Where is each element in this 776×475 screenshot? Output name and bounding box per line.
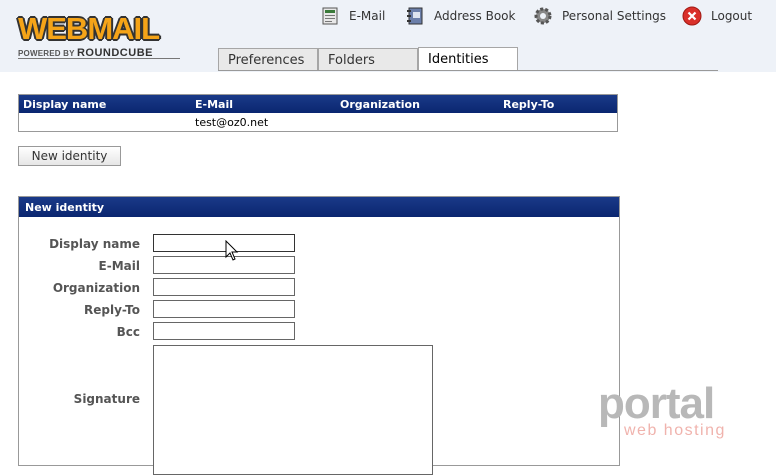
reply-to-label: Reply-To [84, 303, 140, 317]
tab-identities[interactable]: Identities [418, 47, 518, 71]
nav-address-book-label: Address Book [434, 9, 516, 23]
logout-icon [682, 6, 702, 26]
nav-personal-settings-label: Personal Settings [562, 9, 667, 23]
tab-folders[interactable]: Folders [318, 48, 418, 70]
column-header-reply-to[interactable]: Reply-To [503, 98, 554, 111]
mail-icon [320, 6, 340, 26]
display-name-field[interactable] [153, 234, 295, 252]
new-identity-form: New identity Display name E-Mail Organiz… [18, 196, 620, 475]
email-label: E-Mail [98, 259, 140, 273]
webmail-logo: WEBMAIL POWERED BY ROUNDCUBE [18, 11, 183, 62]
tab-preferences[interactable]: Preferences [218, 48, 318, 70]
table-row[interactable]: test@oz0.net [19, 113, 617, 131]
nav-email[interactable]: E-Mail [320, 5, 385, 27]
column-header-email[interactable]: E-Mail [195, 98, 233, 111]
logo-text: WEBMAIL [18, 11, 160, 46]
nav-logout[interactable]: Logout [682, 5, 752, 27]
reply-to-field[interactable] [153, 300, 295, 318]
column-header-organization[interactable]: Organization [340, 98, 420, 111]
display-name-label: Display name [49, 237, 140, 251]
bcc-field[interactable] [153, 322, 295, 340]
nav-logout-label: Logout [711, 9, 753, 23]
table-header: Display name E-Mail Organization Reply-T… [19, 95, 617, 113]
tab-underline [218, 70, 718, 71]
watermark-brand: portal [598, 379, 715, 428]
nav-personal-settings[interactable]: Personal Settings [533, 5, 666, 27]
signature-textarea[interactable] [153, 345, 433, 475]
bcc-label: Bcc [116, 325, 140, 339]
nav-email-label: E-Mail [349, 9, 386, 23]
address-book-icon [405, 6, 425, 26]
mouse-cursor-icon [225, 239, 239, 262]
signature-label: Signature [73, 392, 140, 406]
identities-table: Display name E-Mail Organization Reply-T… [18, 94, 618, 132]
portal-watermark-logo: portal web hosting [598, 382, 758, 442]
organization-label: Organization [52, 281, 140, 295]
cell-email: test@oz0.net [195, 116, 269, 129]
nav-address-book[interactable]: Address Book [405, 5, 515, 27]
email-field[interactable] [153, 256, 295, 274]
form-title: New identity [19, 197, 619, 217]
organization-field[interactable] [153, 278, 295, 296]
column-header-display-name[interactable]: Display name [23, 98, 106, 111]
watermark-tagline: web hosting [624, 422, 726, 439]
gear-icon [533, 6, 553, 26]
new-identity-button[interactable]: New identity [18, 146, 121, 166]
logo-underline [18, 58, 180, 59]
